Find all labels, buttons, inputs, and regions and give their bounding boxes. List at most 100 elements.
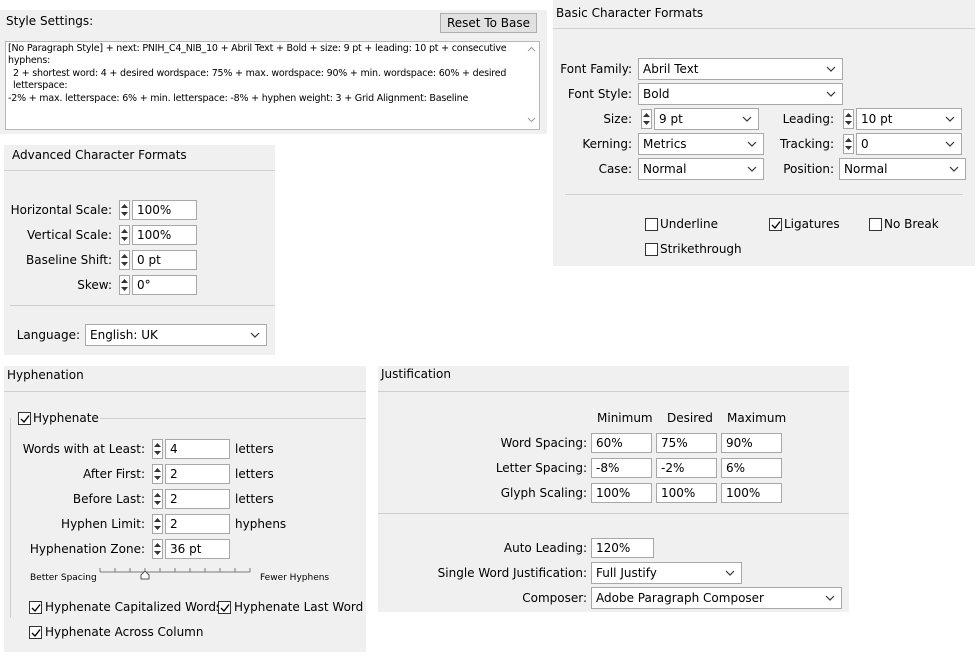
font-style-label: Font Style: bbox=[567, 87, 632, 101]
minimum-header: Minimum bbox=[597, 411, 653, 425]
no-break-checkbox[interactable] bbox=[869, 218, 882, 231]
word-spacing-max-input[interactable]: 90% bbox=[721, 433, 782, 453]
advanced-character-formats-panel: Advanced Character Formats Horizontal Sc… bbox=[4, 145, 275, 355]
single-word-justification-label: Single Word Justification: bbox=[437, 566, 587, 580]
hyphenate-capitalized-words-label: Hyphenate Capitalized Words bbox=[45, 600, 223, 614]
composer-select[interactable]: Adobe Paragraph Composer bbox=[591, 587, 842, 609]
word-spacing-min-input[interactable]: 60% bbox=[591, 433, 652, 453]
letter-spacing-desired-input[interactable]: -2% bbox=[656, 458, 717, 478]
checkmark-icon bbox=[771, 221, 781, 230]
hyphenate-capitalized-words-checkbox[interactable] bbox=[29, 601, 42, 614]
chevron-down-icon bbox=[747, 166, 757, 172]
glyph-scaling-max-input[interactable]: 100% bbox=[721, 483, 782, 503]
glyph-scaling-min-input[interactable]: 100% bbox=[591, 483, 652, 503]
chevron-down-icon bbox=[742, 116, 752, 122]
case-label: Case: bbox=[598, 162, 632, 176]
hyphen-limit-input[interactable]: 2 bbox=[165, 514, 230, 534]
horizontal-scale-label: Horizontal Scale: bbox=[10, 203, 112, 217]
basic-character-formats-panel: Basic Character Formats Font Family: Abr… bbox=[553, 0, 975, 266]
skew-input[interactable]: 0° bbox=[132, 275, 197, 295]
basic-character-formats-title: Basic Character Formats bbox=[556, 6, 704, 20]
words-with-at-least-stepper[interactable] bbox=[152, 439, 163, 459]
description-line: 2 + shortest word: 4 + desired wordspace… bbox=[13, 67, 507, 92]
maximum-header: Maximum bbox=[727, 411, 787, 425]
glyph-scaling-desired-input[interactable]: 100% bbox=[656, 483, 717, 503]
horizontal-scale-input[interactable]: 100% bbox=[132, 200, 197, 220]
baseline-shift-stepper[interactable] bbox=[119, 250, 130, 270]
after-first-stepper[interactable] bbox=[152, 464, 163, 484]
baseline-shift-input[interactable]: 0 pt bbox=[132, 250, 197, 270]
size-stepper[interactable] bbox=[641, 109, 652, 129]
font-style-select[interactable]: Bold bbox=[638, 83, 843, 105]
tracking-select[interactable]: 0 bbox=[856, 133, 962, 155]
hyphenation-zone-stepper[interactable] bbox=[152, 539, 163, 559]
no-break-label: No Break bbox=[884, 217, 939, 231]
hyphenation-zone-input[interactable]: 36 pt bbox=[165, 539, 230, 559]
vertical-scale-label: Vertical Scale: bbox=[26, 228, 112, 242]
kerning-label: Kerning: bbox=[582, 137, 632, 151]
size-select[interactable]: 9 pt bbox=[654, 108, 759, 130]
hyphenation-slider[interactable] bbox=[98, 564, 254, 584]
chevron-down-icon bbox=[725, 570, 735, 576]
chevron-down-icon bbox=[945, 141, 955, 147]
scroll-up-icon[interactable] bbox=[527, 46, 536, 52]
hyphenation-panel: Hyphenation Hyphenate Words with at Leas… bbox=[4, 366, 366, 652]
after-first-label: After First: bbox=[83, 467, 145, 481]
word-spacing-desired-input[interactable]: 75% bbox=[656, 433, 717, 453]
language-select[interactable]: English: UK bbox=[85, 324, 267, 346]
words-with-at-least-label: Words with at Least: bbox=[22, 442, 145, 456]
font-family-select[interactable]: Abril Text bbox=[638, 58, 843, 80]
chevron-down-icon bbox=[945, 116, 955, 122]
before-last-stepper[interactable] bbox=[152, 489, 163, 509]
hyphen-limit-stepper[interactable] bbox=[152, 514, 163, 534]
before-last-unit: letters bbox=[235, 492, 274, 506]
vertical-scale-stepper[interactable] bbox=[119, 225, 130, 245]
style-settings-description[interactable]: [No Paragraph Style] + next: PNIH_C4_NIB… bbox=[5, 41, 540, 130]
reset-to-base-button[interactable]: Reset To Base bbox=[440, 13, 537, 33]
fewer-hyphens-label: Fewer Hyphens bbox=[260, 573, 330, 583]
advanced-character-formats-title: Advanced Character Formats bbox=[12, 148, 187, 162]
leading-select[interactable]: 10 pt bbox=[856, 108, 962, 130]
hyphenate-last-word-checkbox[interactable] bbox=[218, 601, 231, 614]
ligatures-checkbox[interactable] bbox=[769, 218, 782, 231]
scroll-down-icon[interactable] bbox=[527, 117, 536, 123]
justification-title: Justification bbox=[381, 367, 451, 381]
auto-leading-label: Auto Leading: bbox=[503, 541, 587, 555]
better-spacing-label: Better Spacing bbox=[30, 573, 97, 583]
leading-stepper[interactable] bbox=[843, 109, 854, 129]
chevron-down-icon bbox=[826, 91, 836, 97]
kerning-select[interactable]: Metrics bbox=[638, 133, 764, 155]
skew-stepper[interactable] bbox=[119, 275, 130, 295]
word-spacing-label: Word Spacing: bbox=[500, 436, 587, 450]
after-first-input[interactable]: 2 bbox=[165, 464, 230, 484]
case-select[interactable]: Normal bbox=[638, 158, 764, 180]
chevron-down-icon bbox=[747, 141, 757, 147]
position-select[interactable]: Normal bbox=[839, 158, 966, 180]
letter-spacing-max-input[interactable]: 6% bbox=[721, 458, 782, 478]
description-line: [No Paragraph Style] + next: PNIH_C4_NIB… bbox=[8, 43, 507, 67]
hyphenate-across-column-checkbox[interactable] bbox=[29, 626, 42, 639]
hyphenate-checkbox[interactable] bbox=[18, 412, 31, 425]
hyphen-limit-label: Hyphen Limit: bbox=[61, 517, 145, 531]
hyphenate-last-word-label: Hyphenate Last Word bbox=[234, 600, 364, 614]
underline-checkbox[interactable] bbox=[645, 218, 658, 231]
checkmark-icon bbox=[20, 415, 30, 424]
language-label: Language: bbox=[16, 328, 80, 342]
strikethrough-label: Strikethrough bbox=[660, 242, 742, 256]
desired-header: Desired bbox=[667, 411, 713, 425]
tracking-stepper[interactable] bbox=[843, 134, 854, 154]
letter-spacing-min-input[interactable]: -8% bbox=[591, 458, 652, 478]
hyphenate-across-column-label: Hyphenate Across Column bbox=[45, 625, 204, 639]
tracking-label: Tracking: bbox=[780, 137, 834, 151]
words-with-at-least-unit: letters bbox=[235, 442, 274, 456]
horizontal-scale-stepper[interactable] bbox=[119, 200, 130, 220]
strikethrough-checkbox[interactable] bbox=[645, 243, 658, 256]
ligatures-label: Ligatures bbox=[784, 217, 840, 231]
composer-label: Composer: bbox=[522, 591, 587, 605]
font-family-label: Font Family: bbox=[560, 62, 632, 76]
before-last-input[interactable]: 2 bbox=[165, 489, 230, 509]
words-with-at-least-input[interactable]: 4 bbox=[165, 439, 230, 459]
single-word-justification-select[interactable]: Full Justify bbox=[591, 562, 742, 584]
auto-leading-input[interactable]: 120% bbox=[591, 538, 654, 558]
vertical-scale-input[interactable]: 100% bbox=[132, 225, 197, 245]
